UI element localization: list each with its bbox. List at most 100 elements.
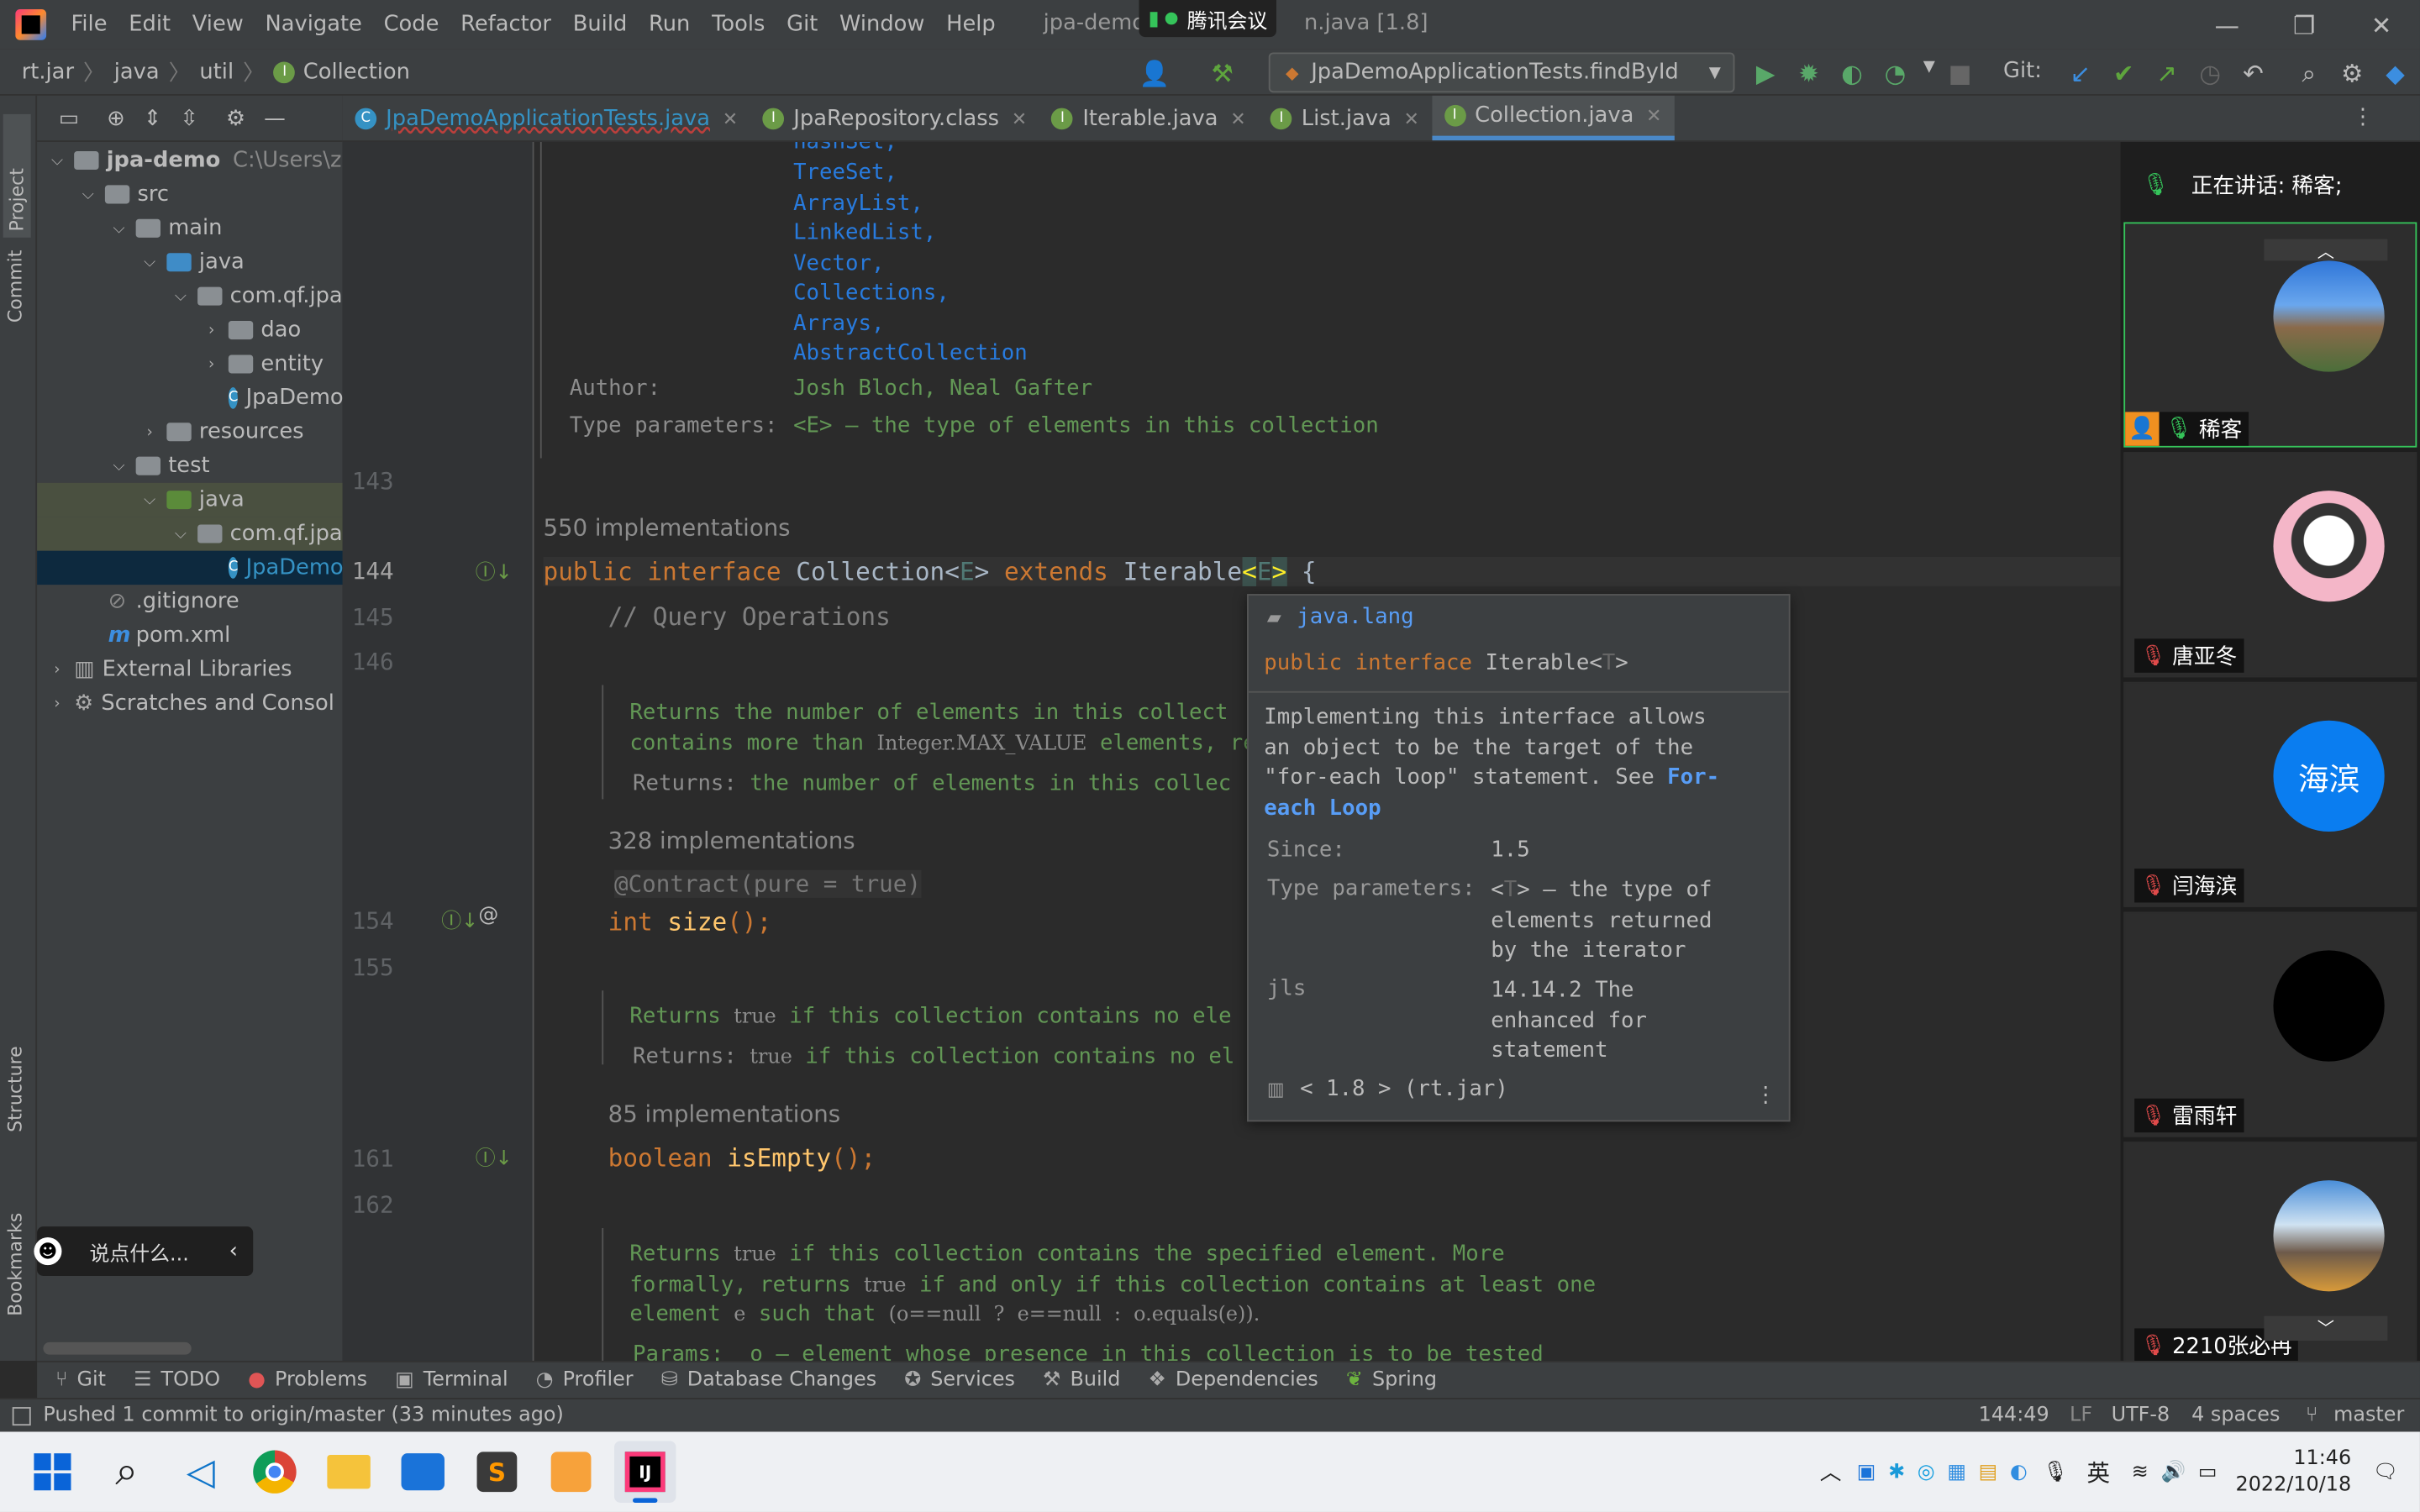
horizontal-scrollbar[interactable] [43, 1341, 192, 1355]
close-icon[interactable]: ✕ [723, 108, 738, 129]
implementations-hint[interactable]: 85 implementations [608, 1100, 840, 1128]
menu-file[interactable]: File [71, 13, 107, 37]
see-link[interactable]: hashSet, [793, 142, 897, 155]
see-link[interactable]: TreeSet, [793, 160, 897, 185]
project-view-icon[interactable]: ▭ [59, 106, 79, 130]
expand-all-icon[interactable]: ⇕ [144, 106, 162, 130]
menu-edit[interactable]: Edit [129, 13, 171, 37]
implemented-icon[interactable]: Ⓘ↓ [476, 555, 513, 585]
close-icon[interactable]: ✕ [1646, 105, 1661, 127]
menu-tools[interactable]: Tools [712, 13, 765, 37]
menu-refactor[interactable]: Refactor [460, 13, 551, 37]
battery-icon[interactable]: ▭ [2198, 1460, 2217, 1483]
tray-app-icon[interactable]: ✱ [1888, 1460, 1905, 1483]
coverage-icon[interactable]: ◐ [1837, 59, 1868, 88]
tray-app-icon[interactable]: ◎ [1918, 1460, 1935, 1483]
indent-setting[interactable]: 4 spaces [2191, 1404, 2280, 1427]
tree-item-scratches[interactable]: › ⚙ Scratches and Consol [37, 686, 343, 720]
tree-item-pom[interactable]: m pom.xml [37, 619, 343, 653]
annotation-icon[interactable]: @ [478, 904, 498, 927]
tool-spring[interactable]: ❦ Spring [1346, 1368, 1437, 1392]
chrome-icon[interactable] [244, 1441, 305, 1502]
stop-icon[interactable]: ■ [1944, 59, 1975, 88]
tool-problems[interactable]: ● Problems [248, 1368, 367, 1392]
git-push-icon[interactable]: ↗ [2151, 59, 2182, 88]
photos-icon[interactable] [392, 1441, 454, 1502]
chevron-down-icon[interactable]: ﹀ [2264, 1315, 2388, 1341]
close-icon[interactable]: ✕ [2343, 0, 2420, 50]
menu-view[interactable]: View [192, 13, 244, 37]
tab-iterable[interactable]: I Iterable.java ✕ [1039, 96, 1258, 140]
line-separator[interactable]: LF [2070, 1404, 2092, 1427]
close-icon[interactable]: ✕ [1230, 108, 1245, 129]
wifi-icon[interactable]: ≋ [2132, 1460, 2149, 1483]
chevron-up-icon[interactable]: ︿ [2264, 239, 2388, 262]
run-icon[interactable]: ▶ [1750, 59, 1781, 88]
tree-item-jpa-demo[interactable]: ⌵ jpa-demo C:\Users\z [37, 144, 343, 177]
intellij-taskbar-icon[interactable]: IJ [614, 1441, 676, 1503]
package-link[interactable]: java.lang [1297, 605, 1413, 629]
git-branch[interactable]: master [2333, 1404, 2404, 1427]
tray-app-icon[interactable]: ▣ [1857, 1460, 1876, 1483]
for-each-link[interactable]: For- [1667, 765, 1719, 790]
project-tool-button[interactable]: Project [3, 113, 31, 238]
tool-profiler[interactable]: ◔ Profiler [536, 1368, 634, 1392]
see-link[interactable]: Vector, [793, 251, 884, 276]
see-link[interactable]: ArrayList, [793, 192, 923, 216]
ime-indicator[interactable]: 英 [2086, 1456, 2110, 1488]
search-icon[interactable]: ⌕ [96, 1441, 157, 1502]
breadcrumb-rt-jar[interactable]: rt.jar [22, 60, 74, 84]
implementations-hint[interactable]: 328 implementations [608, 827, 855, 854]
see-link[interactable]: LinkedList, [793, 221, 936, 245]
tree-item-jpademo-main[interactable]: C JpaDemo [37, 381, 343, 415]
collapse-all-icon[interactable]: ⇳ [180, 106, 198, 130]
tree-item-package-main[interactable]: ⌵ com.qf.jpa [37, 279, 343, 312]
tree-item-package-test[interactable]: ⌵ com.qf.jpa [37, 517, 343, 551]
participant-tile[interactable]: 🎙 2210张必冉 ﹀ [2123, 1142, 2417, 1368]
run-configuration-select[interactable]: ◆ JpaDemoApplicationTests.findById ▼ [1268, 52, 1735, 93]
tab-collection[interactable]: I Collection.java ✕ [1431, 95, 1675, 141]
tree-item-entity[interactable]: › entity [37, 347, 343, 381]
tray-app-icon[interactable]: ▤ [1979, 1460, 1998, 1483]
tray-app-icon[interactable]: ▦ [1947, 1460, 1966, 1483]
history-icon[interactable]: ◷ [2195, 59, 2226, 88]
vscode-icon[interactable]: ◁ [170, 1441, 231, 1502]
git-update-icon[interactable]: ↙ [2065, 59, 2096, 88]
menu-run[interactable]: Run [649, 13, 690, 37]
breadcrumb-util[interactable]: util [199, 60, 234, 84]
tab-jparepository[interactable]: I JpaRepository.class ✕ [750, 96, 1039, 140]
bookmarks-tool-button[interactable]: Bookmarks [5, 1213, 27, 1316]
status-toggle-icon[interactable] [12, 1406, 31, 1425]
tool-build[interactable]: ⚒ Build [1043, 1368, 1120, 1392]
file-explorer-icon[interactable] [318, 1441, 379, 1502]
menu-code[interactable]: Code [384, 13, 439, 37]
implemented-icon[interactable]: Ⓘ↓ [476, 1142, 513, 1172]
close-icon[interactable]: ✕ [1404, 108, 1419, 129]
tree-item-test[interactable]: ⌵ test [37, 449, 343, 482]
see-link[interactable]: AbstractCollection [793, 341, 1028, 365]
tool-services[interactable]: ✪ Services [904, 1368, 1015, 1392]
more-icon[interactable]: ⋮ [1754, 1083, 1776, 1107]
tool-dependencies[interactable]: ❖ Dependencies [1148, 1368, 1318, 1392]
more-tabs-icon[interactable]: ⋮ [2352, 105, 2374, 129]
profile-icon[interactable]: ◔ [1880, 59, 1911, 88]
tool-git[interactable]: ⑂ Git [55, 1368, 106, 1392]
notification-icon[interactable]: 🗨 [2373, 1460, 2398, 1483]
emoji-icon[interactable]: ☻ [34, 1237, 62, 1266]
see-link[interactable]: Collections, [793, 281, 950, 305]
restore-icon[interactable]: ❐ [2265, 0, 2343, 50]
menu-git[interactable]: Git [786, 13, 818, 37]
quick-documentation-popup[interactable]: ▰ java.lang public interface Iterable<T>… [1247, 594, 1791, 1122]
hide-icon[interactable]: — [264, 106, 286, 130]
implementations-hint[interactable]: 550 implementations [544, 514, 791, 542]
commit-tool-button[interactable]: Commit [5, 250, 27, 323]
tray-app-icon[interactable]: ◐ [2010, 1460, 2028, 1483]
caret-position[interactable]: 144:49 [1979, 1404, 2049, 1427]
chevron-down-icon[interactable]: ▼ [1914, 59, 1945, 76]
menu-navigate[interactable]: Navigate [266, 13, 362, 37]
breadcrumb-collection[interactable]: Collection [303, 60, 410, 84]
plugin-icon[interactable]: ◆ [2380, 59, 2411, 88]
tree-item-java-test[interactable]: ⌵ java [37, 482, 343, 517]
clock[interactable]: 11:46 2022/10/18 [2236, 1446, 2352, 1498]
user-icon[interactable]: 👤 [1139, 59, 1171, 88]
